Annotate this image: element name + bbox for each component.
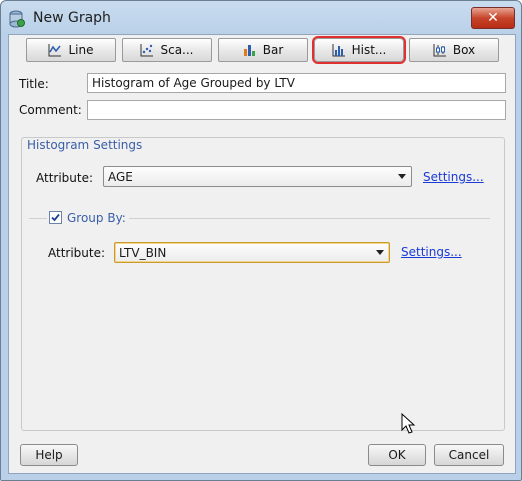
box-plot-label: Box (452, 43, 476, 57)
box-plot-icon (433, 44, 446, 57)
bar-graph-button[interactable]: Bar (218, 38, 308, 62)
graph-type-toolbar: Line Sca... Bar Hist... Box (9, 36, 515, 64)
chevron-down-icon (376, 250, 384, 255)
title-field-label: Title: (19, 77, 49, 91)
attribute-settings-link[interactable]: Settings... (423, 170, 484, 184)
dialog-body: Line Sca... Bar Hist... Box Title: Histo… (8, 34, 516, 474)
cancel-button[interactable]: Cancel (434, 444, 504, 466)
chevron-down-icon (398, 174, 406, 179)
close-button[interactable]: ✕ (471, 7, 515, 29)
line-chart-icon (48, 44, 62, 57)
checkmark-icon (51, 213, 60, 222)
box-plot-button[interactable]: Box (409, 38, 499, 62)
bar-graph-label: Bar (262, 43, 284, 57)
histogram-icon (332, 44, 345, 57)
title-bar: New Graph ✕ (1, 1, 521, 35)
comment-field-label: Comment: (19, 103, 82, 117)
scatter-chart-icon (140, 44, 154, 57)
window-title: New Graph (33, 10, 111, 26)
group-by-divider-right (129, 218, 490, 219)
title-field[interactable]: Histogram of Age Grouped by LTV (87, 73, 506, 93)
help-button-label: Help (35, 448, 63, 462)
histogram-graph-button[interactable]: Hist... (312, 36, 406, 64)
ok-button-label: OK (388, 448, 406, 462)
histogram-settings-title: Histogram Settings (27, 138, 143, 152)
histogram-graph-label: Hist... (351, 43, 387, 57)
cancel-button-label: Cancel (448, 448, 490, 462)
bar-chart-icon (243, 45, 255, 56)
group-by-attribute-label: Attribute: (48, 246, 106, 260)
group-by-attribute-select[interactable]: LTV_BIN (114, 242, 390, 263)
attribute-label: Attribute: (36, 171, 94, 185)
group-by-divider-left (29, 218, 47, 219)
group-by-checkbox[interactable] (49, 211, 62, 224)
line-graph-button[interactable]: Line (26, 38, 116, 62)
new-graph-dialog: New Graph ✕ Line Sca... Bar Hist... Box … (0, 0, 522, 481)
attribute-select-value: AGE (108, 170, 133, 184)
mouse-cursor-icon (401, 413, 416, 434)
ok-button[interactable]: OK (368, 444, 426, 466)
group-by-label: Group By: (67, 211, 126, 225)
scatter-graph-button[interactable]: Sca... (122, 38, 212, 62)
comment-field[interactable] (87, 100, 506, 120)
group-by-settings-link[interactable]: Settings... (401, 245, 462, 259)
attribute-select[interactable]: AGE (103, 166, 412, 187)
app-icon (9, 10, 25, 28)
help-button[interactable]: Help (20, 444, 78, 466)
scatter-graph-label: Sca... (160, 43, 194, 57)
line-graph-label: Line (68, 43, 94, 57)
group-by-attribute-value: LTV_BIN (119, 246, 167, 260)
close-icon: ✕ (487, 10, 499, 26)
